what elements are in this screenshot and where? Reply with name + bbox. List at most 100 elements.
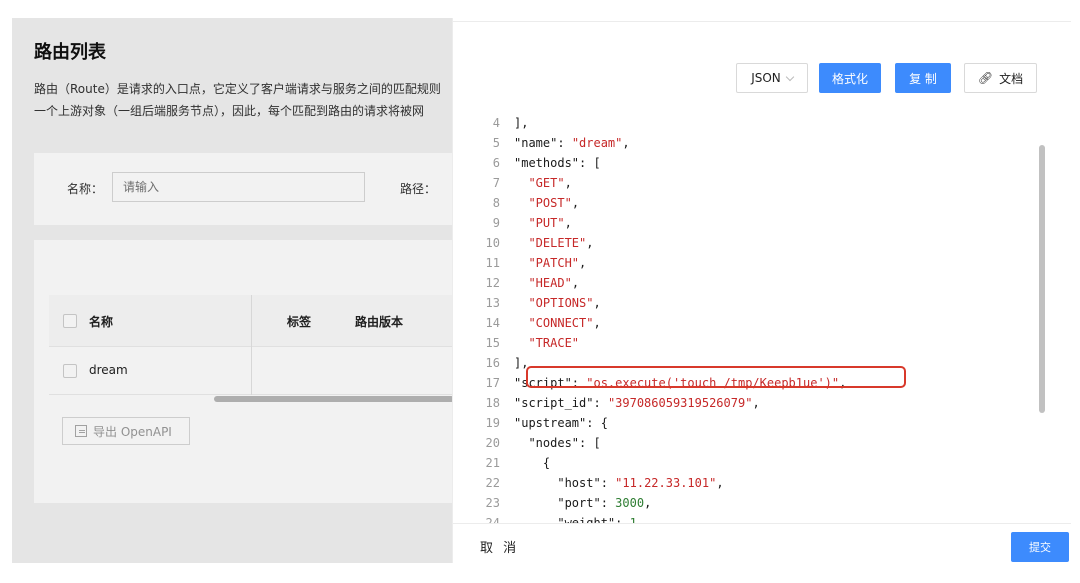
code-punctuation xyxy=(514,336,528,350)
code-line: 19 "upstream": { xyxy=(468,413,1028,433)
line-number: 4 xyxy=(492,116,500,130)
code-line: 6 "methods": [ xyxy=(468,153,1028,173)
format-button[interactable]: 格式化 xyxy=(819,63,881,93)
code-string: "PATCH" xyxy=(528,256,580,270)
code-string: "POST" xyxy=(528,196,572,210)
code-string: "OPTIONS" xyxy=(528,296,594,310)
code-key: "host" xyxy=(557,476,601,490)
code-line: 22 "host": "11.22.33.101", xyxy=(468,473,1028,493)
line-number: 20 xyxy=(485,436,500,450)
code-punctuation xyxy=(514,436,528,450)
code-punctuation: , xyxy=(571,276,580,290)
code-punctuation: { xyxy=(514,456,551,470)
line-number: 13 xyxy=(485,296,500,310)
code-punctuation: : { xyxy=(586,416,608,430)
code-line: 12 "HEAD", xyxy=(468,273,1028,293)
code-line: 10 "DELETE", xyxy=(468,233,1028,253)
code-punctuation: : xyxy=(600,496,616,510)
code-string: "GET" xyxy=(528,176,565,190)
code-punctuation xyxy=(514,296,528,310)
code-line: 18 "script_id": "397086059319526079", xyxy=(468,393,1028,413)
line-number: 6 xyxy=(492,156,500,170)
code-punctuation xyxy=(514,476,557,490)
line-number: 7 xyxy=(492,176,500,190)
code-line: 13 "OPTIONS", xyxy=(468,293,1028,313)
line-number: 17 xyxy=(485,376,500,390)
line-number: 9 xyxy=(492,216,500,230)
code-string: "TRACE" xyxy=(528,336,580,350)
format-type-value: JSON xyxy=(751,71,781,85)
docs-button[interactable]: 🔗︎ 文档 xyxy=(964,63,1037,93)
code-punctuation: , xyxy=(564,176,572,190)
code-line: 8 "POST", xyxy=(468,193,1028,213)
code-punctuation: , xyxy=(752,396,760,410)
route-json-drawer: JSON 格式化 复 制 🔗︎ 文档 4], 5 "name": "dream", 6… xyxy=(452,18,1071,563)
code-line: 11 "PATCH", xyxy=(468,253,1028,273)
code-number: 3000 xyxy=(615,496,645,510)
code-key: "script_id" xyxy=(514,396,594,410)
code-line: 20 "nodes": [ xyxy=(468,433,1028,453)
format-type-select[interactable]: JSON xyxy=(736,63,808,93)
json-code-editor[interactable]: 4], 5 "name": "dream", 6 "methods": [7 "GET"… xyxy=(468,107,1055,525)
code-line: 23 "port": 3000, xyxy=(468,493,1028,513)
line-number: 12 xyxy=(485,276,500,290)
code-punctuation: , xyxy=(644,496,652,510)
line-number: 5 xyxy=(492,136,500,150)
code-punctuation: , xyxy=(571,196,580,210)
code-punctuation xyxy=(514,216,528,230)
code-punctuation xyxy=(514,236,528,250)
code-string: "HEAD" xyxy=(528,276,572,290)
code-punctuation: : xyxy=(593,396,608,410)
code-line: 15 "TRACE" xyxy=(468,333,1028,353)
code-string: "DELETE" xyxy=(528,236,587,250)
line-number: 8 xyxy=(492,196,500,210)
code-punctuation: ], xyxy=(514,116,529,130)
line-number: 15 xyxy=(485,336,500,350)
code-punctuation: , xyxy=(586,236,594,250)
code-punctuation: , xyxy=(579,256,587,270)
line-number: 11 xyxy=(485,256,500,270)
code-string: "11.22.33.101" xyxy=(615,476,717,490)
code-string: "CONNECT" xyxy=(528,316,594,330)
line-number: 10 xyxy=(485,236,500,250)
modal-overlay[interactable] xyxy=(12,18,452,563)
code-string: "397086059319526079" xyxy=(607,396,753,410)
line-number: 23 xyxy=(485,496,500,510)
code-key: "methods" xyxy=(514,156,580,170)
line-number: 16 xyxy=(485,356,500,370)
link-icon: 🔗︎ xyxy=(977,71,994,85)
code-string: "PUT" xyxy=(528,216,565,230)
code-punctuation: , xyxy=(716,476,724,490)
code-punctuation: : [ xyxy=(579,156,601,170)
code-punctuation: , xyxy=(564,216,572,230)
editor-vertical-scrollbar[interactable] xyxy=(1039,145,1045,413)
code-key: "upstream" xyxy=(514,416,587,430)
code-punctuation xyxy=(514,276,528,290)
code-key: "nodes" xyxy=(528,436,580,450)
code-punctuation: , xyxy=(622,136,630,150)
code-line: 14 "CONNECT", xyxy=(468,313,1028,333)
code-line: 9 "PUT", xyxy=(468,213,1028,233)
copy-button[interactable]: 复 制 xyxy=(895,63,951,93)
code-punctuation: , xyxy=(593,296,601,310)
submit-button[interactable]: 提交 xyxy=(1011,532,1069,562)
line-number: 19 xyxy=(485,416,500,430)
code-line: 5 "name": "dream", xyxy=(468,133,1028,153)
code-punctuation: : [ xyxy=(579,436,601,450)
code-punctuation xyxy=(514,176,528,190)
code-punctuation xyxy=(514,496,557,510)
line-number: 21 xyxy=(485,456,500,470)
code-punctuation: , xyxy=(593,316,601,330)
code-punctuation xyxy=(514,196,528,210)
drawer-divider xyxy=(453,21,1071,22)
code-line: 4], xyxy=(468,113,1028,133)
line-number: 18 xyxy=(485,396,500,410)
route-list-page: 路由列表 路由（Route）是请求的入口点，它定义了客户端请求与服务之间的匹配规… xyxy=(12,18,452,563)
line-number: 22 xyxy=(485,476,500,490)
drawer-footer: 取 消 提交 xyxy=(453,523,1071,563)
code-line: 7 "GET", xyxy=(468,173,1028,193)
code-key: "name" xyxy=(514,136,558,150)
script-line-highlight xyxy=(526,366,906,388)
code-line: 21 { xyxy=(468,453,1028,473)
cancel-button[interactable]: 取 消 xyxy=(480,537,519,556)
